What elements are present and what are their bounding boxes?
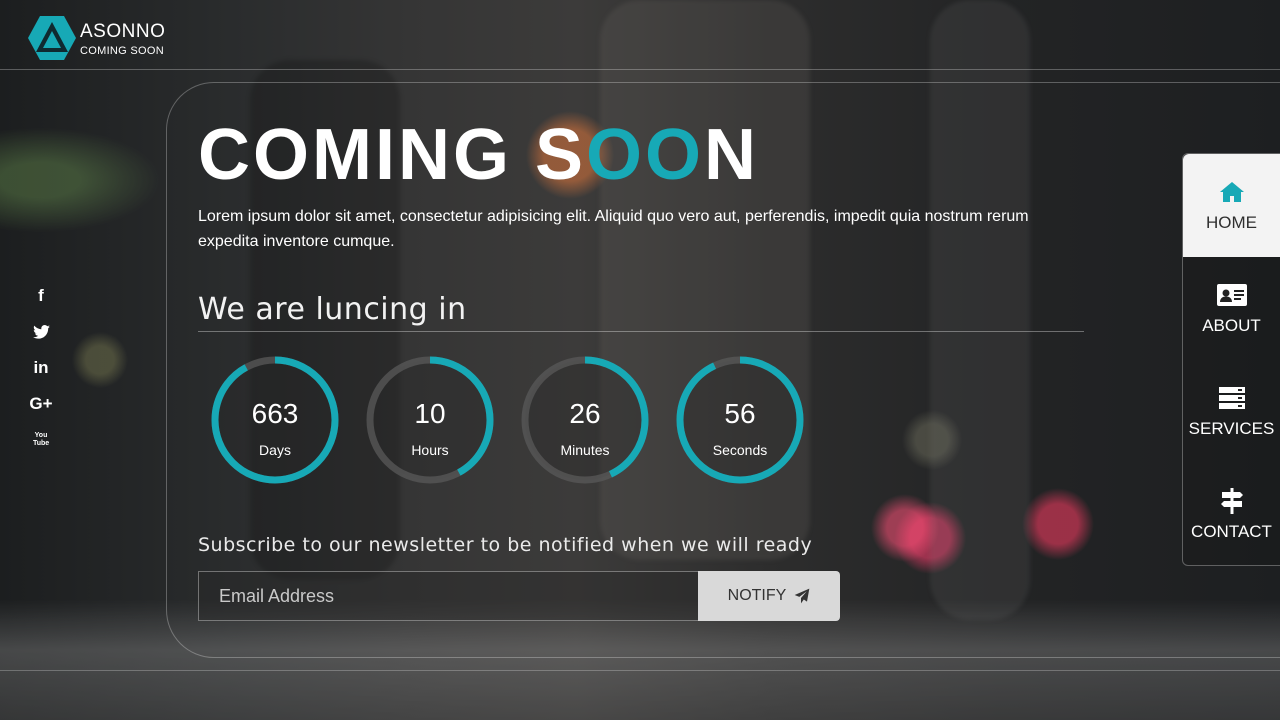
youtube-icon[interactable]: You Tube <box>28 422 54 458</box>
nav-label-services: SERVICES <box>1188 418 1275 438</box>
id-card-icon <box>1216 282 1247 308</box>
seconds-value: 56 <box>724 398 756 429</box>
nav-item-contact[interactable]: CONTACT <box>1183 463 1280 566</box>
footer-divider <box>0 670 1280 671</box>
days-value: 663 <box>251 398 299 429</box>
nav-item-services[interactable]: SERVICES <box>1183 360 1280 463</box>
paper-plane-icon <box>794 588 810 604</box>
subscribe-heading: Subscribe to our newsletter to be notifi… <box>198 534 813 556</box>
logo-icon <box>28 16 76 60</box>
seconds-label: Seconds <box>712 442 768 458</box>
brand-tagline: COMING SOON <box>80 44 164 57</box>
nav-label-home: HOME <box>1206 212 1257 232</box>
google-plus-icon[interactable]: G+ <box>28 386 54 422</box>
countdown-seconds: 56 Seconds <box>674 354 806 486</box>
days-label: Days <box>259 442 291 458</box>
facebook-icon[interactable]: f <box>28 278 54 314</box>
subscribe-form: NOTIFY <box>198 571 840 621</box>
launch-divider <box>198 331 1084 332</box>
minutes-label: Minutes <box>560 442 610 458</box>
side-nav: HOME ABOUT SERVICES CONTACT <box>1182 153 1280 566</box>
email-input[interactable] <box>198 571 698 621</box>
nav-label-about: ABOUT <box>1202 315 1261 335</box>
twitter-icon[interactable] <box>28 314 54 350</box>
notify-button[interactable]: NOTIFY <box>698 571 840 621</box>
signpost-icon <box>1217 487 1247 514</box>
social-links: f in G+ You Tube <box>28 278 54 458</box>
brand-logo[interactable]: ASONNO COMING SOON <box>28 14 165 64</box>
nav-item-about[interactable]: ABOUT <box>1183 257 1280 360</box>
hours-value: 10 <box>414 398 446 429</box>
linkedin-icon[interactable]: in <box>28 350 54 386</box>
home-icon <box>1217 179 1247 205</box>
brand-name: ASONNO <box>80 20 166 42</box>
youtube-logo: You Tube <box>33 432 50 447</box>
launch-heading: We are luncing in <box>198 292 467 327</box>
page-title: COMING SOON <box>198 115 760 195</box>
notify-label: NOTIFY <box>727 587 787 604</box>
header-divider <box>0 69 1280 70</box>
countdown-hours: 10 Hours <box>364 354 496 486</box>
countdown-days: 663 Days <box>209 354 341 486</box>
server-icon <box>1217 385 1247 411</box>
countdown-minutes: 26 Minutes <box>519 354 651 486</box>
hero-description: Lorem ipsum dolor sit amet, consectetur … <box>198 208 1029 250</box>
minutes-value: 26 <box>569 398 601 429</box>
hours-label: Hours <box>411 442 449 458</box>
nav-label-contact: CONTACT <box>1191 521 1272 541</box>
nav-item-home[interactable]: HOME <box>1183 154 1280 257</box>
